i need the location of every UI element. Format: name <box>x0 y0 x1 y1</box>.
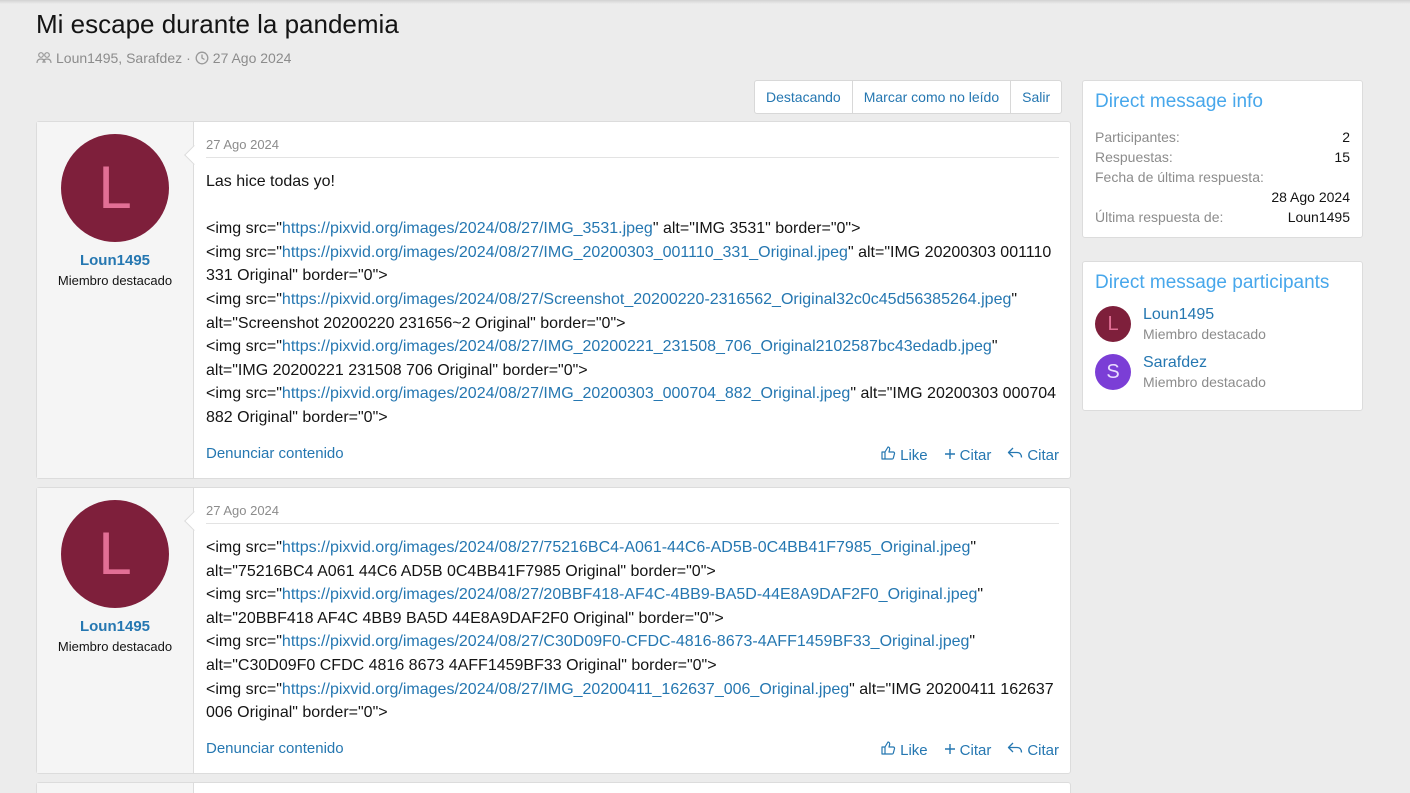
image-link[interactable]: https://pixvid.org/images/2024/08/27/20B… <box>282 586 977 603</box>
image-link[interactable]: https://pixvid.org/images/2024/08/27/IMG… <box>282 385 850 402</box>
replies-value: 15 <box>1334 149 1350 165</box>
user-title: Miembro destacado <box>57 639 173 654</box>
info-row: Última respuesta de: Loun1495 <box>1083 207 1362 227</box>
message-user-cell: L Loun1495 Miembro destacado <box>37 122 194 478</box>
participants-label: Participantes: <box>1095 129 1180 145</box>
mark-unread-button[interactable]: Marcar como no leído <box>853 81 1012 113</box>
quote-button[interactable]: Citar <box>944 445 991 465</box>
image-link[interactable]: https://pixvid.org/images/2024/08/27/IMG… <box>282 220 653 237</box>
message-line: <img src="https://pixvid.org/images/2024… <box>206 680 1054 722</box>
message: L Loun1495 Miembro destacado 27 Ago 2024… <box>36 487 1071 774</box>
users-icon <box>36 51 52 65</box>
message-footer: Denunciar contenido Like Citar Citar <box>206 445 1059 465</box>
info-row: Fecha de última respuesta: <box>1083 167 1362 187</box>
thread-actions: Destacando Marcar como no leído Salir <box>754 80 1063 114</box>
avatar[interactable]: S <box>1095 354 1131 390</box>
message-line: <img src="https://pixvid.org/images/2024… <box>206 539 977 580</box>
message-line: Las hice todas yo! <box>206 173 335 190</box>
message-line: <img src="https://pixvid.org/images/2024… <box>206 338 998 379</box>
message-line: <img src="https://pixvid.org/images/2024… <box>206 633 976 674</box>
user-title: Miembro destacado <box>57 273 173 288</box>
like-button[interactable]: Like <box>880 740 928 760</box>
participant-title: Miembro destacado <box>1143 326 1266 342</box>
image-link[interactable]: https://pixvid.org/images/2024/08/27/IMG… <box>282 338 992 355</box>
report-link[interactable]: Denunciar contenido <box>206 740 344 760</box>
participants-value: 2 <box>1342 129 1350 145</box>
message-line: <img src="https://pixvid.org/images/2024… <box>206 290 1018 332</box>
reply-button[interactable]: Citar <box>1007 445 1059 465</box>
info-row: 28 Ago 2024 <box>1083 187 1362 207</box>
participant-title: Miembro destacado <box>1143 374 1266 390</box>
avatar[interactable]: L <box>61 500 169 608</box>
message-body: Las hice todas yo! <img src="https://pix… <box>206 170 1059 430</box>
message-footer: Denunciar contenido Like Citar Citar <box>206 740 1059 760</box>
avatar[interactable]: L <box>61 134 169 242</box>
thread-date: 27 Ago 2024 <box>212 50 292 66</box>
message: L Loun1495 Miembro destacado 27 Ago 2024… <box>36 121 1071 479</box>
message-line: <img src="https://pixvid.org/images/2024… <box>206 385 1057 426</box>
report-link[interactable]: Denunciar contenido <box>206 445 344 465</box>
message-user-cell <box>37 783 194 793</box>
last-date-value: 28 Ago 2024 <box>1271 189 1350 205</box>
like-button[interactable]: Like <box>880 445 928 465</box>
quote-button[interactable]: Citar <box>944 740 991 760</box>
image-link[interactable]: https://pixvid.org/images/2024/08/27/752… <box>282 539 970 556</box>
top-shadow <box>0 0 1410 4</box>
plus-icon <box>944 742 956 759</box>
reply-button[interactable]: Citar <box>1007 740 1059 760</box>
username-link[interactable]: Loun1495 <box>37 618 193 635</box>
participant-name[interactable]: Loun1495 <box>1143 306 1266 324</box>
message-date[interactable]: 27 Ago 2024 <box>206 137 1059 158</box>
image-link[interactable]: https://pixvid.org/images/2024/08/27/IMG… <box>282 244 848 261</box>
image-link[interactable]: https://pixvid.org/images/2024/08/27/Scr… <box>282 291 1011 308</box>
message-line: <img src="https://pixvid.org/images/2024… <box>206 220 861 238</box>
message-content: 27 Ago 2024 <img src="https://pixvid.org… <box>206 488 1059 725</box>
thumbs-up-icon <box>880 740 896 760</box>
participants-block-title: Direct message participants <box>1095 272 1330 293</box>
page-title: Mi escape durante la pandemia <box>36 9 399 39</box>
info-block: Direct message info Participantes: 2 Res… <box>1082 80 1363 238</box>
thread-meta: Loun1495, Sarafdez · 27 Ago 2024 <box>36 50 291 66</box>
thread-participants[interactable]: Loun1495, Sarafdez <box>56 50 182 66</box>
message-line: <img src="https://pixvid.org/images/2024… <box>206 586 984 627</box>
message-date[interactable]: 27 Ago 2024 <box>206 503 1059 524</box>
feature-button[interactable]: Destacando <box>755 81 853 113</box>
replies-label: Respuestas: <box>1095 149 1173 165</box>
username-link[interactable]: Loun1495 <box>37 252 193 269</box>
info-row: Participantes: 2 <box>1083 127 1362 147</box>
clock-icon <box>195 51 209 65</box>
reply-icon <box>1007 446 1023 464</box>
avatar[interactable]: L <box>1095 306 1131 342</box>
info-block-title: Direct message info <box>1095 91 1263 112</box>
participant-item: L Loun1495 Miembro destacado <box>1083 306 1362 342</box>
participant-item: S Sarafdez Miembro destacado <box>1083 354 1362 390</box>
last-by-link[interactable]: Loun1495 <box>1288 207 1350 227</box>
reply-icon <box>1007 741 1023 759</box>
message-content: 27 Ago 2024 Las hice todas yo! <img src=… <box>206 122 1059 430</box>
last-by-label: Última respuesta de: <box>1095 209 1224 225</box>
message-body: <img src="https://pixvid.org/images/2024… <box>206 536 1059 725</box>
message-line: <img src="https://pixvid.org/images/2024… <box>206 243 1052 285</box>
meta-separator: · <box>186 50 191 66</box>
image-link[interactable]: https://pixvid.org/images/2024/08/27/C30… <box>282 633 969 650</box>
participants-block: Direct message participants L Loun1495 M… <box>1082 261 1363 411</box>
last-date-label: Fecha de última respuesta: <box>1095 169 1264 185</box>
thumbs-up-icon <box>880 445 896 465</box>
participant-name[interactable]: Sarafdez <box>1143 354 1266 372</box>
leave-button[interactable]: Salir <box>1011 81 1061 113</box>
plus-icon <box>944 447 956 464</box>
image-link[interactable]: https://pixvid.org/images/2024/08/27/IMG… <box>282 681 849 698</box>
message <box>36 782 1071 793</box>
info-row: Respuestas: 15 <box>1083 147 1362 167</box>
message-user-cell: L Loun1495 Miembro destacado <box>37 488 194 773</box>
